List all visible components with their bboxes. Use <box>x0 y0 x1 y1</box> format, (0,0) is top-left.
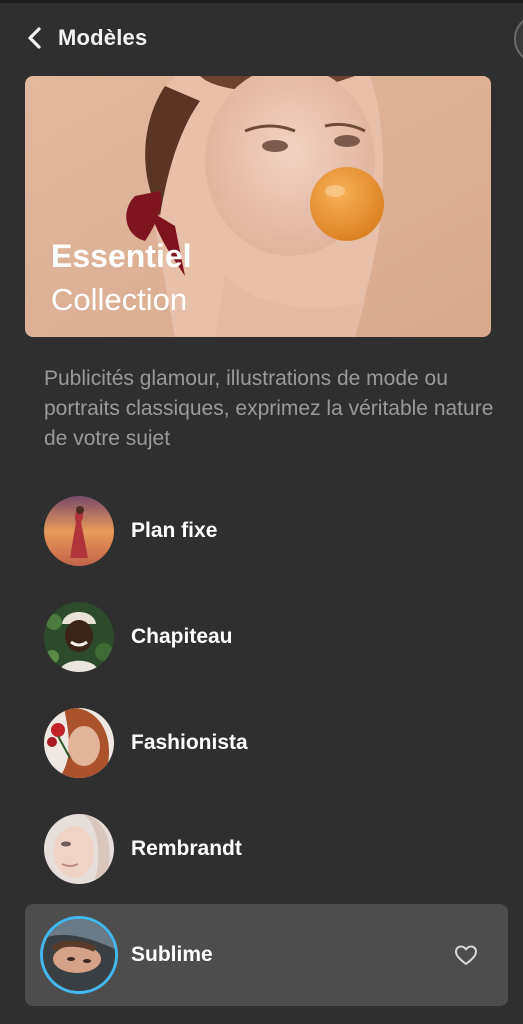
chevron-left-icon[interactable] <box>26 24 44 52</box>
avatar-button[interactable] <box>514 14 523 64</box>
preset-thumbnail <box>40 916 118 994</box>
preset-item-plan-fixe[interactable]: Plan fixe <box>25 478 508 584</box>
preset-item-fashionista[interactable]: Fashionista <box>25 690 508 796</box>
hero-subtitle: Collection <box>51 282 188 317</box>
preset-label: Plan fixe <box>131 519 218 542</box>
preset-thumbnail <box>44 602 114 672</box>
templates-panel: Modèles Essentiel Collection Publicités … <box>0 0 523 1024</box>
top-divider <box>0 0 523 3</box>
collection-hero-card[interactable]: Essentiel Collection <box>25 76 491 337</box>
back-button[interactable]: Modèles <box>26 22 147 54</box>
preset-label: Rembrandt <box>131 837 242 860</box>
preset-item-chapiteau[interactable]: Chapiteau <box>25 584 508 690</box>
hero-title: Essentiel <box>51 238 192 274</box>
preset-thumbnail <box>44 496 114 566</box>
collection-description: Publicités glamour, illustrations de mod… <box>44 367 494 450</box>
preset-list: Plan fixe Chapiteau Fashionista Rembrand… <box>25 478 508 1006</box>
heart-outline-icon[interactable] <box>454 944 478 966</box>
preset-thumbnail <box>44 708 114 778</box>
preset-label: Sublime <box>131 943 213 966</box>
preset-label: Fashionista <box>131 731 248 754</box>
page-title: Modèles <box>58 25 148 50</box>
preset-thumbnail <box>44 814 114 884</box>
preset-label: Chapiteau <box>131 625 233 648</box>
preset-item-rembrandt[interactable]: Rembrandt <box>25 796 508 902</box>
preset-item-sublime[interactable]: Sublime <box>25 904 508 1006</box>
